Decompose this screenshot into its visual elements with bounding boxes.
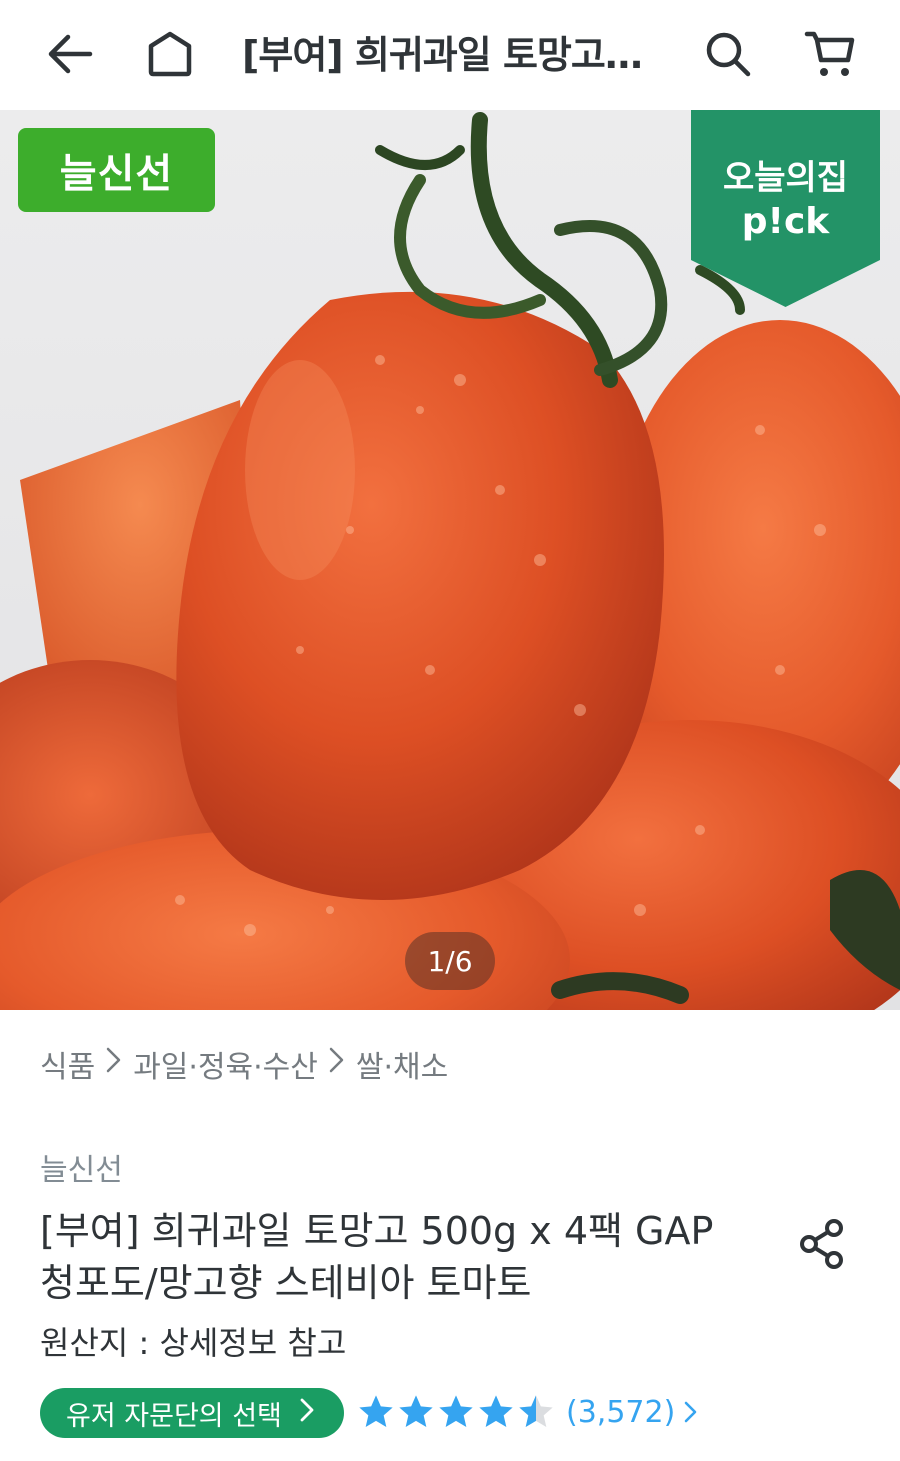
share-button[interactable] <box>790 1212 854 1276</box>
breadcrumb-item-food[interactable]: 식품 <box>40 1042 95 1086</box>
cart-icon <box>804 31 855 76</box>
search-icon <box>706 32 751 77</box>
page-title: [부여] 희귀과일 토망고… <box>242 33 643 77</box>
brand-link[interactable]: 늘신선 <box>40 1145 123 1189</box>
origin-info: 원산지 : 상세정보 참고 <box>40 1324 347 1362</box>
share-icon <box>800 1219 843 1269</box>
rating-stars <box>356 1392 556 1432</box>
chevron-right-icon <box>326 1045 348 1083</box>
review-count-link[interactable]: (3,572) <box>566 1388 699 1436</box>
user-advisor-pick-button[interactable]: 유저 자문단의 선택 <box>40 1388 344 1438</box>
advisor-pill-label: 유저 자문단의 선택 <box>66 1400 282 1432</box>
star-icon <box>439 1395 473 1427</box>
image-counter: 1/6 <box>405 932 495 990</box>
review-count: (3,572) <box>566 1394 676 1430</box>
top-app-bar: [부여] 희귀과일 토망고… <box>0 0 900 110</box>
search-button[interactable] <box>696 22 760 86</box>
cart-button[interactable] <box>798 22 862 86</box>
pick-badge-logo: p!ck <box>741 201 830 242</box>
star-icon <box>399 1395 433 1427</box>
product-title: [부여] 희귀과일 토망고 500g x 4팩 GAP 청포도/망고향 스테비아… <box>40 1209 714 1305</box>
breadcrumb: 식품 과일·정육·수산 쌀·채소 <box>40 1040 448 1088</box>
chevron-right-icon <box>298 1397 316 1430</box>
arrow-left-icon <box>48 34 93 74</box>
back-button[interactable] <box>38 22 102 86</box>
star-icon <box>359 1395 393 1427</box>
breadcrumb-item-fruit[interactable]: 과일·정육·수산 <box>133 1042 318 1086</box>
home-icon <box>148 31 192 77</box>
pick-badge-label: 오늘의집 <box>722 158 849 198</box>
home-button[interactable] <box>138 22 202 86</box>
breadcrumb-item-rice-vegetables[interactable]: 쌀·채소 <box>356 1042 448 1086</box>
chevron-right-icon <box>683 1399 699 1425</box>
star-half-icon <box>519 1395 553 1427</box>
star-icon <box>479 1395 513 1427</box>
chevron-right-icon <box>103 1045 125 1083</box>
fresh-badge: 늘신선 <box>18 128 215 212</box>
